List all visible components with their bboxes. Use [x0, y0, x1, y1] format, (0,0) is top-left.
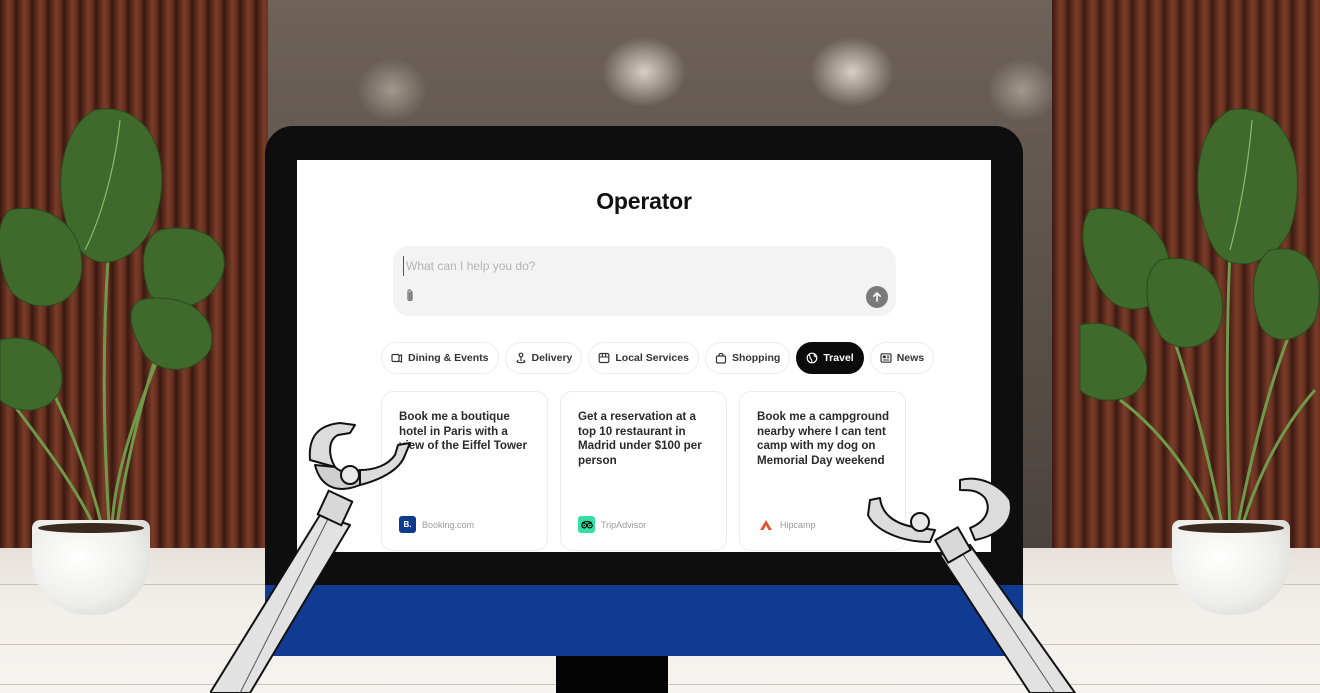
chip-label: Dining & Events — [408, 352, 489, 364]
chip-label: Shopping — [731, 352, 781, 364]
suggestion-source: Hipcamp — [757, 516, 816, 533]
chip-local-services[interactable]: Local Services — [588, 342, 699, 374]
shopping-bag-icon — [715, 352, 727, 364]
chip-label: News — [896, 352, 925, 364]
source-name: Booking.com — [422, 519, 475, 530]
tripadvisor-logo-icon — [578, 516, 595, 533]
chip-travel[interactable]: Travel — [796, 342, 864, 374]
paperclip-icon[interactable] — [403, 288, 417, 304]
category-chips: Dining & Events Delivery Local Services … — [381, 342, 935, 374]
prompt-box[interactable] — [393, 246, 896, 316]
prompt-input[interactable] — [403, 256, 843, 276]
dining-events-icon — [391, 353, 403, 363]
app-title: Operator — [596, 188, 692, 214]
send-button[interactable] — [866, 286, 888, 308]
suggestion-source: B. Booking.com — [399, 516, 474, 533]
arrow-up-icon — [873, 292, 881, 302]
suggestion-text: Book me a campground nearby where I can … — [757, 410, 890, 467]
plant-left — [0, 108, 225, 540]
suggestion-card[interactable]: Book me a boutique hotel in Paris with a… — [381, 391, 548, 551]
suggestion-card[interactable]: Get a reservation at a top 10 restaurant… — [560, 391, 727, 551]
chip-label: Travel — [823, 352, 854, 364]
monitor-stand — [556, 656, 668, 693]
globe-icon — [806, 352, 818, 364]
chip-news[interactable]: News — [869, 342, 935, 374]
suggestion-text: Get a reservation at a top 10 restaurant… — [578, 410, 702, 467]
suggestion-text: Book me a boutique hotel in Paris with a… — [399, 410, 527, 453]
suggestion-source: TripAdvisor — [578, 516, 646, 533]
hipcamp-logo-icon — [757, 516, 774, 533]
chip-dining-events[interactable]: Dining & Events — [381, 342, 499, 374]
suggestion-cards: Book me a boutique hotel in Paris with a… — [381, 391, 906, 551]
storefront-icon — [598, 352, 610, 364]
source-name: TripAdvisor — [601, 519, 647, 530]
delivery-icon — [515, 352, 526, 364]
plant-right — [1080, 108, 1320, 540]
booking-logo-icon: B. — [399, 516, 416, 533]
chip-label: Local Services — [615, 352, 689, 364]
operator-app-screen: Operator Dining & Events Delivery — [297, 160, 991, 552]
monitor-chin — [265, 585, 1023, 656]
chip-label: Delivery — [531, 352, 573, 364]
chip-shopping[interactable]: Shopping — [704, 342, 791, 374]
chip-delivery[interactable]: Delivery — [504, 342, 583, 374]
source-name: Hipcamp — [780, 519, 816, 530]
newspaper-icon — [880, 353, 892, 363]
suggestion-card[interactable]: Book me a campground nearby where I can … — [739, 391, 906, 551]
